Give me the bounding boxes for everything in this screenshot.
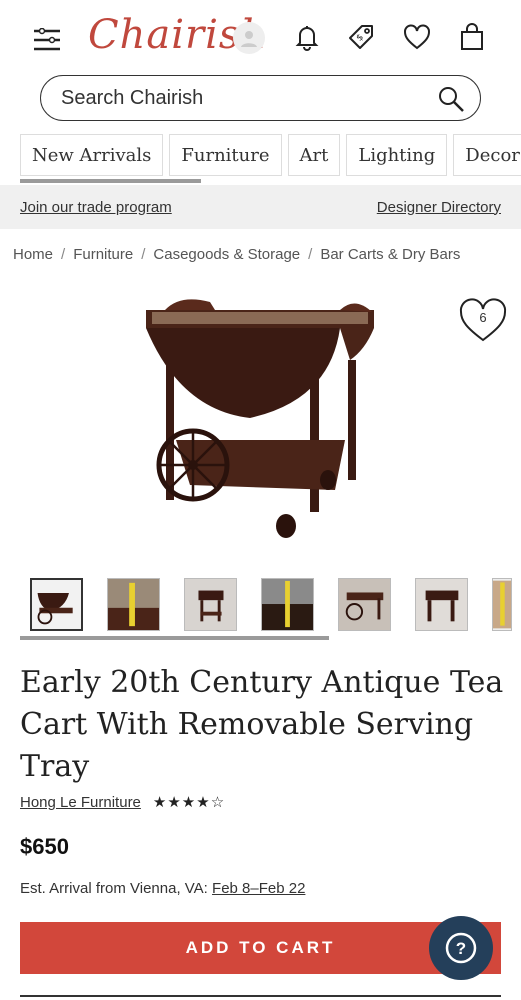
breadcrumb-home[interactable]: Home	[13, 246, 53, 263]
svg-text:$: $	[355, 33, 366, 44]
trade-strip: Join our trade program Designer Director…	[0, 185, 521, 229]
search-icon[interactable]	[436, 84, 466, 114]
category-new-arrivals[interactable]: New Arrivals	[20, 134, 164, 176]
seller-row: Hong Le Furniture ★★★★☆	[20, 793, 226, 812]
help-icon: ?	[445, 932, 477, 964]
designer-directory-link[interactable]: Designer Directory	[377, 199, 501, 216]
thumbnail-scrollbar[interactable]	[20, 636, 329, 640]
heart-icon[interactable]	[402, 22, 432, 52]
search-input[interactable]	[61, 86, 421, 110]
estimated-arrival: Est. Arrival from Vienna, VA: Feb 8–Feb …	[20, 880, 305, 897]
thumbnail[interactable]	[338, 578, 391, 631]
favorite-button[interactable]: 6	[458, 297, 508, 343]
thumbnail[interactable]	[492, 578, 512, 631]
category-lighting[interactable]: Lighting	[346, 134, 448, 176]
category-art[interactable]: Art	[287, 134, 341, 176]
breadcrumb-separator: /	[141, 246, 146, 263]
join-trade-link[interactable]: Join our trade program	[20, 199, 172, 216]
svg-text:?: ?	[456, 939, 466, 958]
thumbnail[interactable]	[261, 578, 314, 631]
category-nav: New Arrivals Furniture Art Lighting Deco…	[20, 134, 521, 176]
category-decor[interactable]: Decor	[453, 134, 521, 176]
avatar[interactable]	[233, 22, 265, 54]
search-bar[interactable]	[40, 75, 481, 121]
seller-link[interactable]: Hong Le Furniture	[20, 794, 141, 811]
thumbnail[interactable]	[415, 578, 468, 631]
thumbnail[interactable]	[184, 578, 237, 631]
shopping-bag-icon[interactable]	[457, 22, 487, 52]
breadcrumb-separator: /	[61, 246, 66, 263]
bell-icon[interactable]	[292, 22, 322, 52]
arrival-dates[interactable]: Feb 8–Feb 22	[212, 880, 305, 897]
breadcrumb-furniture[interactable]: Furniture	[73, 246, 133, 263]
product-title: Early 20th Century Antique Tea Cart With…	[20, 665, 504, 784]
breadcrumb-bar-carts[interactable]: Bar Carts & Dry Bars	[320, 246, 460, 263]
breadcrumb: Home / Furniture / Casegoods & Storage /…	[13, 246, 460, 263]
rating-stars: ★★★★☆	[152, 794, 226, 811]
price-tag-icon[interactable]: $	[346, 22, 376, 52]
menu-icon[interactable]	[32, 27, 62, 52]
favorite-count: 6	[479, 310, 487, 325]
product-image[interactable]	[140, 290, 380, 540]
arrival-prefix: Est. Arrival from Vienna, VA:	[20, 880, 208, 897]
divider	[20, 995, 501, 997]
category-scrollbar[interactable]	[20, 179, 201, 183]
thumbnail[interactable]	[107, 578, 160, 631]
breadcrumb-separator: /	[308, 246, 313, 263]
thumbnail-strip	[30, 578, 512, 631]
help-button[interactable]: ?	[429, 916, 493, 980]
thumbnail[interactable]	[30, 578, 83, 631]
header: Chairish $	[0, 0, 521, 72]
product-price: $650	[20, 834, 69, 859]
breadcrumb-casegoods[interactable]: Casegoods & Storage	[153, 246, 300, 263]
category-furniture[interactable]: Furniture	[169, 134, 282, 176]
